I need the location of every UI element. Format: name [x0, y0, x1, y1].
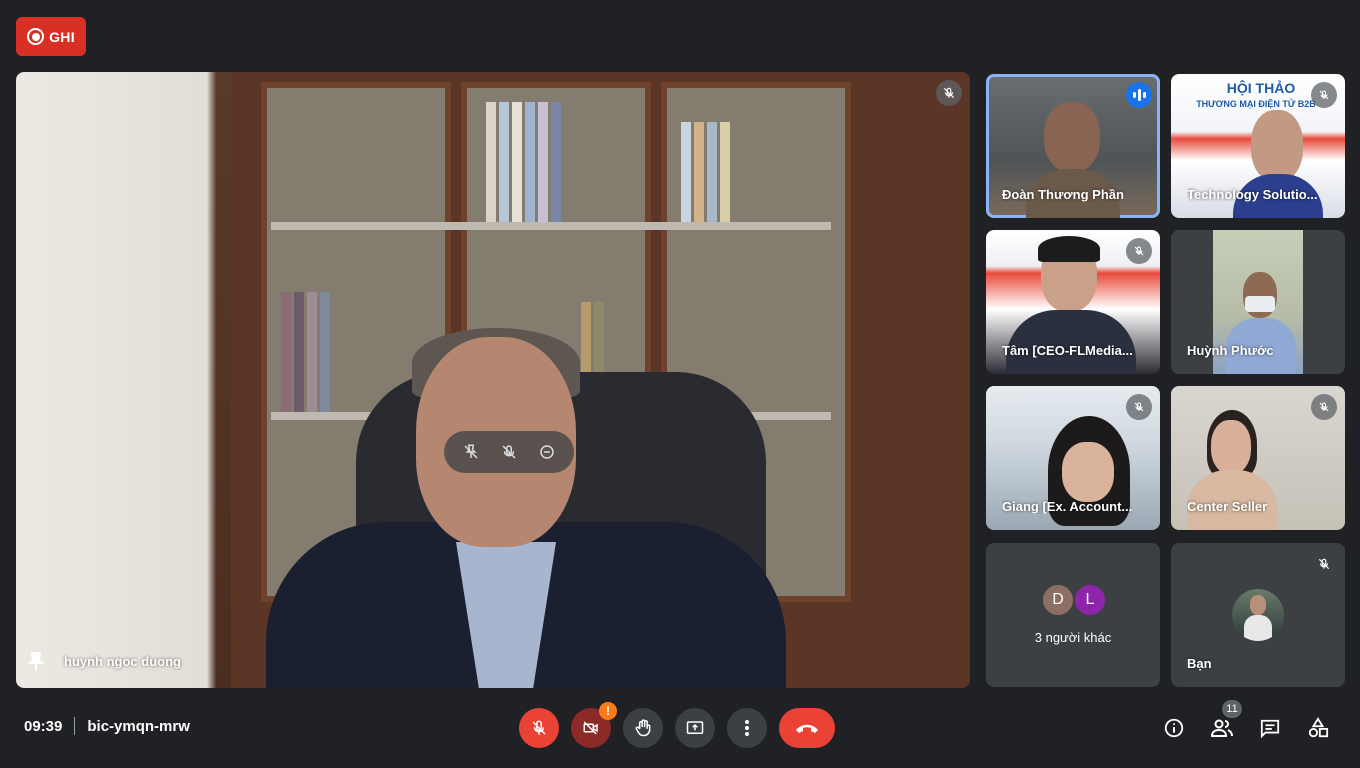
- remove-icon[interactable]: [534, 439, 560, 465]
- participant-tile-5[interactable]: Giang [Ex. Account...: [986, 386, 1160, 530]
- main-video-tile[interactable]: huynh ngoc duong: [16, 72, 970, 688]
- participant-tile-6[interactable]: Center Seller: [1171, 386, 1345, 530]
- camera-warning-badge: !: [599, 702, 617, 720]
- people-count-badge: 11: [1222, 700, 1242, 718]
- hand-icon: [635, 719, 651, 737]
- mic-toggle-button[interactable]: [519, 708, 559, 748]
- meeting-details-button[interactable]: [1160, 714, 1188, 742]
- mic-off-icon: [936, 80, 962, 106]
- meeting-time: 09:39: [24, 717, 63, 735]
- info-icon: [1164, 718, 1184, 738]
- mic-off-icon: [1126, 394, 1152, 420]
- chat-icon: [1260, 719, 1280, 738]
- mic-off-icon: [532, 720, 546, 735]
- people-button[interactable]: 11: [1208, 700, 1242, 742]
- others-label: 3 người khác: [1034, 630, 1112, 645]
- participant-name: Center Seller: [1187, 499, 1268, 514]
- camera-toggle-button[interactable]: !: [571, 702, 617, 748]
- participant-tile-1[interactable]: Đoàn Thương Phần: [986, 74, 1160, 218]
- hangup-icon: [796, 724, 818, 733]
- speaking-icon: [1126, 82, 1152, 108]
- mic-off-icon: [1311, 394, 1337, 420]
- mute-tile-icon[interactable]: [496, 439, 522, 465]
- participant-name: Tâm [CEO-FLMedia...: [1002, 343, 1133, 358]
- record-icon: [27, 28, 45, 45]
- mic-off-icon: [1311, 551, 1337, 577]
- mic-off-icon: [1126, 238, 1152, 264]
- more-options-button[interactable]: [727, 708, 767, 748]
- meeting-code[interactable]: bic-ymqn-mrw: [87, 718, 190, 735]
- recording-label: GHI: [49, 28, 75, 45]
- raise-hand-button[interactable]: [623, 708, 663, 748]
- avatar: L: [1073, 583, 1107, 617]
- participant-name: Huỳnh Phước: [1187, 343, 1274, 358]
- more-vert-icon: [745, 720, 749, 736]
- self-name: Bạn: [1187, 656, 1212, 671]
- people-icon: [1210, 719, 1233, 737]
- self-tile[interactable]: Bạn: [1171, 543, 1345, 687]
- avatar: [1232, 589, 1284, 641]
- tile-overlay-controls: [444, 431, 574, 473]
- participant-tile-4[interactable]: Huỳnh Phước: [1171, 230, 1345, 374]
- others-tile[interactable]: D L 3 người khác: [986, 543, 1160, 687]
- chat-button[interactable]: [1256, 714, 1284, 742]
- participant-name: Đoàn Thương Phần: [1002, 187, 1124, 202]
- activities-button[interactable]: [1304, 714, 1332, 742]
- participant-name: Giang [Ex. Account...: [1002, 499, 1133, 514]
- divider: [74, 717, 76, 735]
- present-icon: [686, 721, 704, 734]
- unpin-icon[interactable]: [458, 439, 484, 465]
- present-now-button[interactable]: [675, 708, 715, 748]
- avatar: D: [1041, 583, 1075, 617]
- participant-tile-2[interactable]: HỘI THẢO THƯƠNG MẠI ĐIỆN TỬ B2B Technolo…: [1171, 74, 1345, 218]
- pin-icon: [27, 652, 45, 677]
- main-participant-name: huynh ngoc duong: [64, 654, 181, 669]
- participant-name: Technology Solutio...: [1187, 187, 1318, 202]
- activities-icon: [1308, 717, 1329, 738]
- mic-off-icon: [1311, 82, 1337, 108]
- participant-tile-3[interactable]: Tâm [CEO-FLMedia...: [986, 230, 1160, 374]
- banner-subtitle: THƯƠNG MẠI ĐIỆN TỬ B2B: [1196, 99, 1316, 109]
- meeting-details: 09:39 bic-ymqn-mrw: [24, 717, 190, 735]
- recording-badge[interactable]: GHI: [16, 17, 86, 56]
- banner-title: HỘI THẢO: [1226, 80, 1296, 96]
- camera-off-icon: [583, 721, 598, 735]
- leave-call-button[interactable]: [779, 708, 835, 748]
